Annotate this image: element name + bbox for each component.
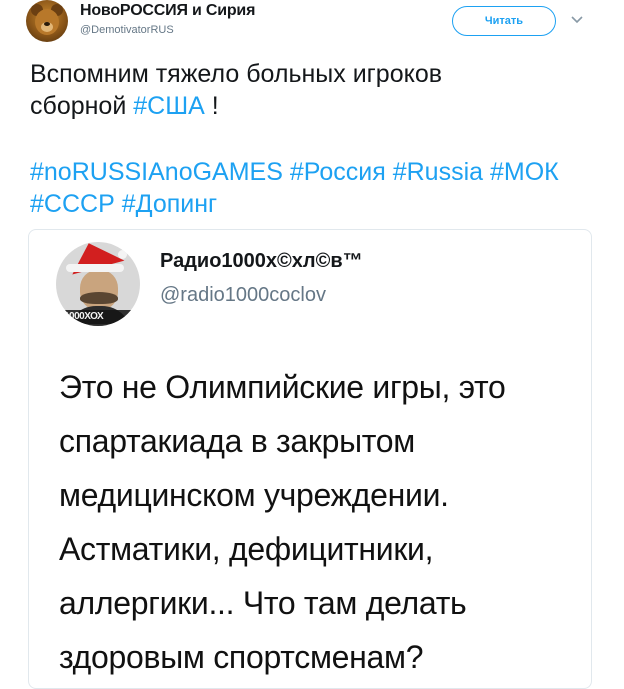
hashtag-usa[interactable]: #США <box>133 92 205 120</box>
quoted-account-handle[interactable]: @radio1000coclov <box>160 284 326 307</box>
account-name[interactable]: НовоРОССИЯ и Сирия <box>80 2 255 20</box>
tweet-text: Вспомним тяжело больных игроков сборной … <box>30 58 610 122</box>
avatar-logo-text: 1000ХОХ <box>64 311 104 322</box>
quoted-tweet-card[interactable]: 1000ХОХ Радио1000х©хл©в™ @radio1000coclo… <box>28 229 592 689</box>
hashtag-russia-ru[interactable]: #Россия <box>290 158 386 186</box>
tweet-line-1: Вспомним тяжело больных игроков <box>30 60 443 88</box>
quoted-text-line: здоровым спортсменам? <box>59 639 424 675</box>
santa-hat-avatar-icon[interactable]: 1000ХОХ <box>56 242 140 326</box>
hashtags-line-1: #noRUSSIAnoGAMES #Россия #Russia #МОК <box>30 156 610 188</box>
quoted-text-line: аллергики... Что там делать <box>59 585 467 621</box>
hashtag-ussr[interactable]: #СССР <box>30 190 115 218</box>
account-handle[interactable]: @DemotivatorRUS <box>80 24 174 36</box>
fox-avatar-icon[interactable] <box>26 0 68 42</box>
hashtag-russia-en[interactable]: #Russia <box>393 158 483 186</box>
quoted-text-line: Астматики, дефицитники, <box>59 531 434 567</box>
tweet-line-2: сборной #США ! <box>30 90 610 122</box>
quoted-text-line: спартакиада в закрытом <box>59 423 415 459</box>
hashtag-norussianogames[interactable]: #noRUSSIAnoGAMES <box>30 158 283 186</box>
quoted-text-line: медицинском учреждении. <box>59 477 449 513</box>
tweet-line-2-suffix: ! <box>204 92 219 120</box>
quoted-account-name[interactable]: Радио1000х©хл©в™ <box>160 250 363 273</box>
tweet-line-2-prefix: сборной <box>30 92 134 120</box>
tweet-header: НовоРОССИЯ и Сирия @DemotivatorRUS Читат… <box>0 0 624 52</box>
quoted-tweet-text: Это не Олимпийские игры, это спартакиада… <box>59 360 579 684</box>
hashtags-line-2: #СССР #Допинг <box>30 188 610 220</box>
hashtag-doping[interactable]: #Допинг <box>122 190 217 218</box>
hashtags: #noRUSSIAnoGAMES #Россия #Russia #МОК #С… <box>30 156 610 220</box>
hashtag-mok[interactable]: #МОК <box>490 158 559 186</box>
chevron-down-icon[interactable] <box>571 16 583 24</box>
follow-button[interactable]: Читать <box>452 6 556 36</box>
quoted-text-line: Это не Олимпийские игры, это <box>59 369 506 405</box>
